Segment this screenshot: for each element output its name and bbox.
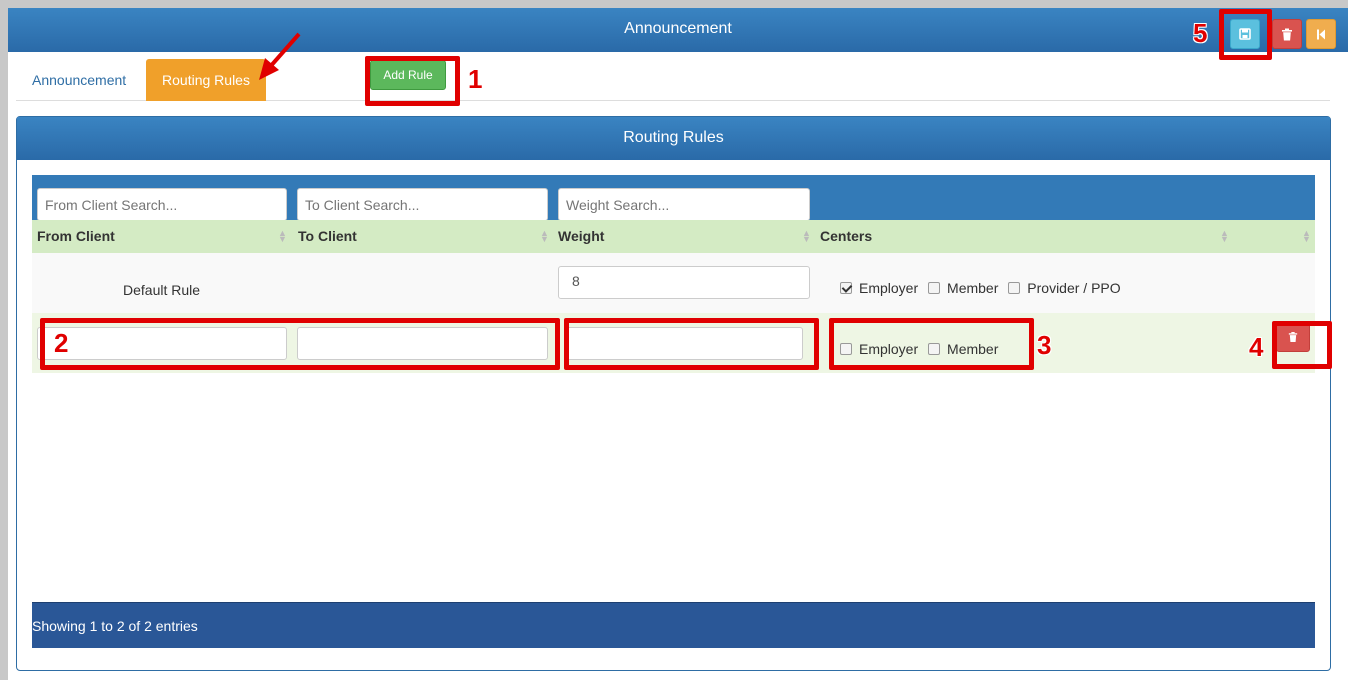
header-to-client[interactable]: To Client bbox=[298, 220, 357, 253]
trash-icon bbox=[1282, 28, 1292, 40]
sort-icon: ▲ ▼ bbox=[540, 228, 549, 244]
employer-checkbox[interactable] bbox=[840, 282, 852, 294]
from-client-search-input[interactable] bbox=[37, 188, 287, 221]
callout-box bbox=[365, 56, 460, 106]
centers-checkboxes: Employer Member Provider / PPO bbox=[840, 280, 1127, 296]
weight-field[interactable]: 8 bbox=[558, 266, 810, 299]
back-button[interactable] bbox=[1306, 19, 1336, 49]
window-title: Announcement bbox=[624, 20, 732, 37]
table-row: Default Rule 8 Employer Member Provider … bbox=[32, 253, 1315, 313]
header-centers[interactable]: Centers bbox=[820, 220, 872, 253]
sort-icon: ▲ ▼ bbox=[1220, 228, 1229, 244]
callout-box bbox=[40, 318, 560, 370]
table-footer: Showing 1 to 2 of 2 entries bbox=[32, 602, 1315, 648]
annotation-arrow-icon bbox=[259, 32, 301, 80]
callout-box bbox=[1272, 321, 1332, 369]
callout-number: 4 bbox=[1249, 332, 1264, 362]
tab-bar: Announcement Routing Rules bbox=[16, 59, 1330, 101]
callout-number: 2 bbox=[54, 328, 69, 358]
window-titlebar: Announcement bbox=[8, 8, 1348, 52]
skip-back-icon bbox=[1317, 29, 1325, 39]
delete-button[interactable] bbox=[1272, 19, 1302, 49]
sort-icon: ▲ ▼ bbox=[802, 228, 811, 244]
callout-number: 5 bbox=[1193, 18, 1208, 48]
callout-number: 1 bbox=[468, 64, 483, 94]
callout-box bbox=[1219, 9, 1272, 60]
sort-icon: ▲ ▼ bbox=[1302, 228, 1311, 244]
checkbox-label: Provider / PPO bbox=[1027, 280, 1121, 296]
header-from-client[interactable]: From Client bbox=[37, 220, 115, 253]
callout-box bbox=[829, 318, 1034, 370]
header-weight[interactable]: Weight bbox=[558, 220, 604, 253]
checkbox-label: Employer bbox=[859, 280, 919, 296]
tab-announcement[interactable]: Announcement bbox=[16, 59, 142, 101]
panel-title: Routing Rules bbox=[17, 117, 1330, 160]
weight-search-input[interactable] bbox=[558, 188, 810, 221]
entries-info: Showing 1 to 2 of 2 entries bbox=[32, 618, 198, 634]
sort-icon: ▲ ▼ bbox=[278, 228, 287, 244]
checkbox-label: Member bbox=[947, 280, 999, 296]
from-client-cell: Default Rule bbox=[123, 282, 201, 298]
callout-number: 3 bbox=[1037, 330, 1052, 360]
member-checkbox[interactable] bbox=[928, 282, 941, 294]
table-header: From Client ▲ ▼ To Client ▲ ▼ Weight ▲ ▼ Ce… bbox=[32, 220, 1315, 253]
to-client-search-input[interactable] bbox=[297, 188, 548, 221]
callout-box bbox=[564, 318, 819, 370]
tab-routing-rules[interactable]: Routing Rules bbox=[146, 59, 266, 101]
provider-ppo-checkbox[interactable] bbox=[1008, 282, 1021, 294]
